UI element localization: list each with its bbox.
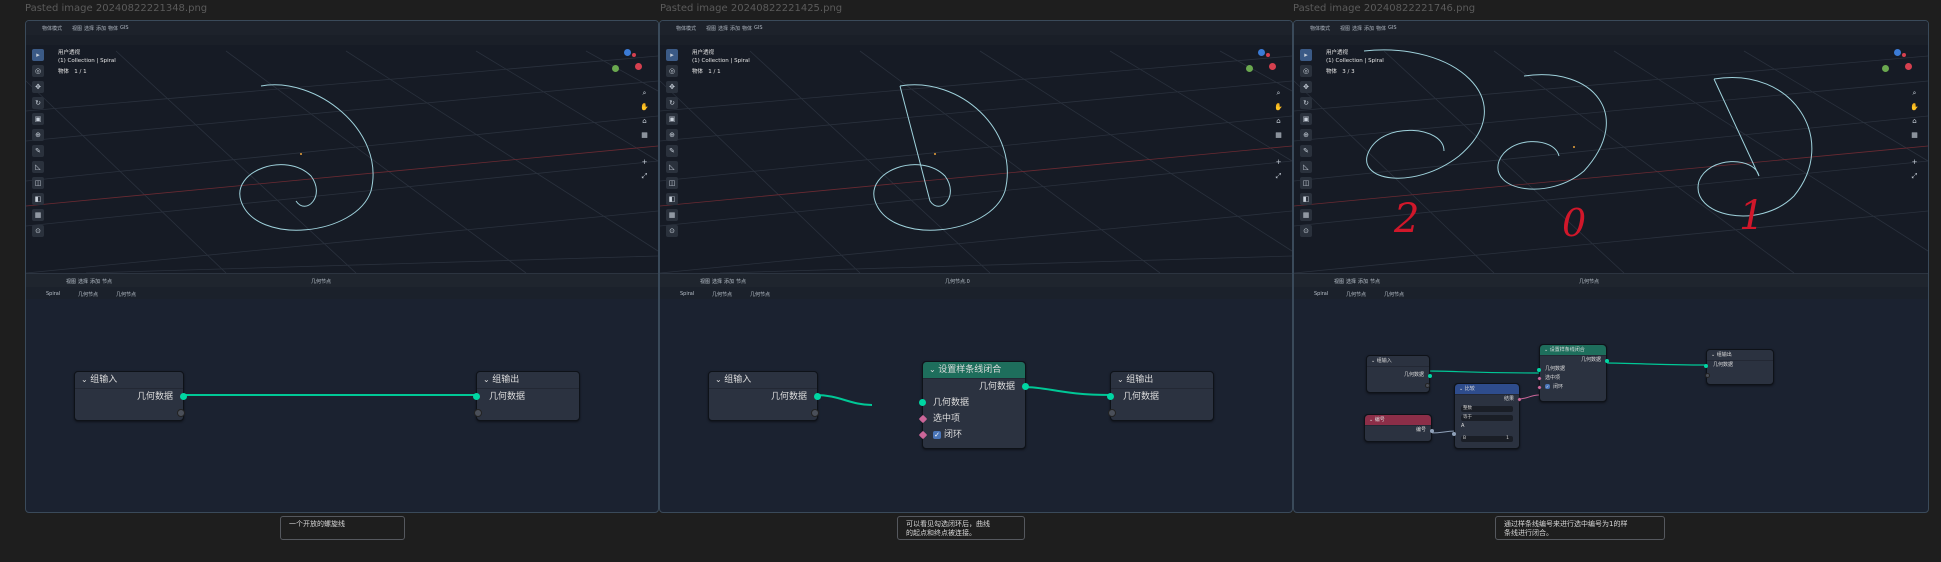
group-output-title: 组输出: [1126, 375, 1154, 385]
caption-3-line-2: 条线进行闭合。: [1504, 529, 1553, 537]
node-links: [181, 394, 478, 396]
geometry-output-label: 几何数据: [136, 392, 173, 402]
geometry-input-label: 几何数据: [1545, 366, 1566, 372]
geometry-output-socket[interactable]: [1428, 374, 1432, 378]
empty-socket[interactable]: [177, 409, 185, 417]
geometry-input-label: 几何数据: [1123, 392, 1160, 402]
selection-label: 选中项: [1545, 375, 1561, 381]
b-value-field[interactable]: B 1: [1461, 436, 1513, 442]
group-output-node[interactable]: ⌄ 组输出 几何数据: [1107, 371, 1214, 421]
geometry-output-socket[interactable]: [1605, 359, 1609, 363]
blender-screenshot-1: 物体模式 视图 选择 添加 物体 GIS ▸ ◎ ✥ ↻ ▣ ⊕ ✎ ◺ ◫ ◧…: [25, 20, 659, 513]
blender-screenshot-3: 2 0 1 物体模式 视图 选择 添加 物体 GIS ▸ ◎ ✥ ↻ ▣ ⊕ ✎…: [1293, 20, 1929, 513]
index-title: 编号: [1374, 417, 1385, 423]
geometry-output-label: 几何数据: [1403, 372, 1424, 378]
cyclic-socket[interactable]: [1537, 385, 1542, 390]
compare-node[interactable]: ⌄ 比较 结果 整数 等于 A B 1: [1452, 383, 1522, 449]
cyclic-checkbox[interactable]: ✓: [933, 430, 941, 439]
group-output-title: 组输出: [1716, 352, 1732, 358]
selection-socket[interactable]: [1537, 376, 1542, 381]
geometry-output-label: 几何数据: [770, 392, 807, 402]
group-input-node[interactable]: ⌄ 组输入 几何数据: [74, 371, 187, 421]
group-input-node[interactable]: ⌄ 组输入 几何数据: [708, 371, 821, 421]
image-filename-3: Pasted image 20240822221746.png: [1293, 3, 1476, 14]
b-label: B: [1463, 436, 1467, 441]
caption-2-line-1: 可以看见勾选闭环后，曲线: [906, 520, 990, 528]
geometry-output-label: 几何数据: [1580, 357, 1601, 363]
group-input-node[interactable]: ⌄ 组输入 几何数据: [1366, 355, 1432, 393]
compare-operation-dropdown[interactable]: 等于: [1461, 415, 1513, 421]
compare-type-dropdown[interactable]: 整数: [1461, 406, 1513, 412]
geometry-input-label: 几何数据: [489, 392, 526, 402]
geometry-input-label: 几何数据: [933, 398, 970, 408]
empty-socket[interactable]: [1425, 383, 1430, 388]
selection-label: 选中项: [933, 414, 961, 424]
empty-socket[interactable]: [474, 409, 482, 417]
image-filename-1: Pasted image 20240822221348.png: [25, 3, 208, 14]
geometry-output-label: 几何数据: [978, 382, 1015, 392]
result-label: 结果: [1503, 396, 1514, 402]
group-output-node[interactable]: ⌄ 组输出 几何数据: [473, 371, 580, 421]
group-output-node[interactable]: ⌄ 组输出 几何数据: [1704, 349, 1774, 385]
blender-screenshot-2: 物体模式 视图 选择 添加 物体 GIS ▸ ◎ ✥ ↻ ▣ ⊕ ✎ ◺ ◫ ◧…: [659, 20, 1293, 513]
set-spline-cyclic-node[interactable]: ⌄ 设置样条线闭合 几何数据 几何数据 选中项 ✓ 闭环: [918, 361, 1029, 449]
cyclic-label: 闭环: [944, 430, 963, 440]
index-output-socket[interactable]: [1430, 429, 1434, 433]
group-input-title: 组输入: [1376, 358, 1392, 364]
a-input-socket[interactable]: [1452, 432, 1456, 436]
geometry-output-socket[interactable]: [814, 393, 821, 400]
empty-socket[interactable]: [1108, 409, 1116, 417]
cyclic-checkbox[interactable]: ✓: [1545, 384, 1550, 389]
group-input-title: 组输入: [724, 375, 752, 385]
a-label: A: [1461, 423, 1465, 429]
index-node[interactable]: ⌄ 编号 编号: [1364, 414, 1434, 442]
geometry-input-socket[interactable]: [1704, 364, 1708, 368]
image-filename-2: Pasted image 20240822221425.png: [660, 3, 843, 14]
set-cyclic-title: 设置样条线闭合: [938, 365, 1002, 375]
b-value: 1: [1506, 436, 1509, 441]
geometry-input-socket[interactable]: [919, 399, 926, 406]
geometry-input-socket[interactable]: [473, 393, 480, 400]
geometry-input-label: 几何数据: [1713, 362, 1734, 368]
geometry-input-socket[interactable]: [1107, 393, 1114, 400]
caption-1: 一个开放的螺旋线: [280, 516, 405, 540]
caption-1-text: 一个开放的螺旋线: [289, 520, 345, 528]
caption-3-line-1: 通过样条线编号来进行选中编号为1的样: [1504, 520, 1628, 528]
compare-title: 比较: [1464, 386, 1475, 392]
geometry-output-socket[interactable]: [180, 393, 187, 400]
caption-2: 可以看见勾选闭环后，曲线 的起点和终点被连接。: [897, 516, 1025, 540]
set-spline-cyclic-node[interactable]: ⌄ 设置样条线闭合 几何数据 几何数据 选中项 ✓ 闭环: [1537, 344, 1609, 402]
empty-socket[interactable]: [811, 409, 819, 417]
group-input-title: 组输入: [90, 375, 118, 385]
empty-socket[interactable]: [1705, 373, 1710, 378]
geometry-output-socket[interactable]: [1022, 383, 1029, 390]
caption-3: 通过样条线编号来进行选中编号为1的样 条线进行闭合。: [1495, 516, 1665, 540]
geometry-input-socket[interactable]: [1537, 368, 1541, 372]
set-cyclic-title: 设置样条线闭合: [1549, 347, 1585, 353]
group-output-title: 组输出: [492, 375, 520, 385]
cyclic-label: 闭环: [1553, 384, 1564, 390]
caption-2-line-2: 的起点和终点被连接。: [906, 529, 976, 537]
index-output-label: 编号: [1415, 427, 1426, 433]
